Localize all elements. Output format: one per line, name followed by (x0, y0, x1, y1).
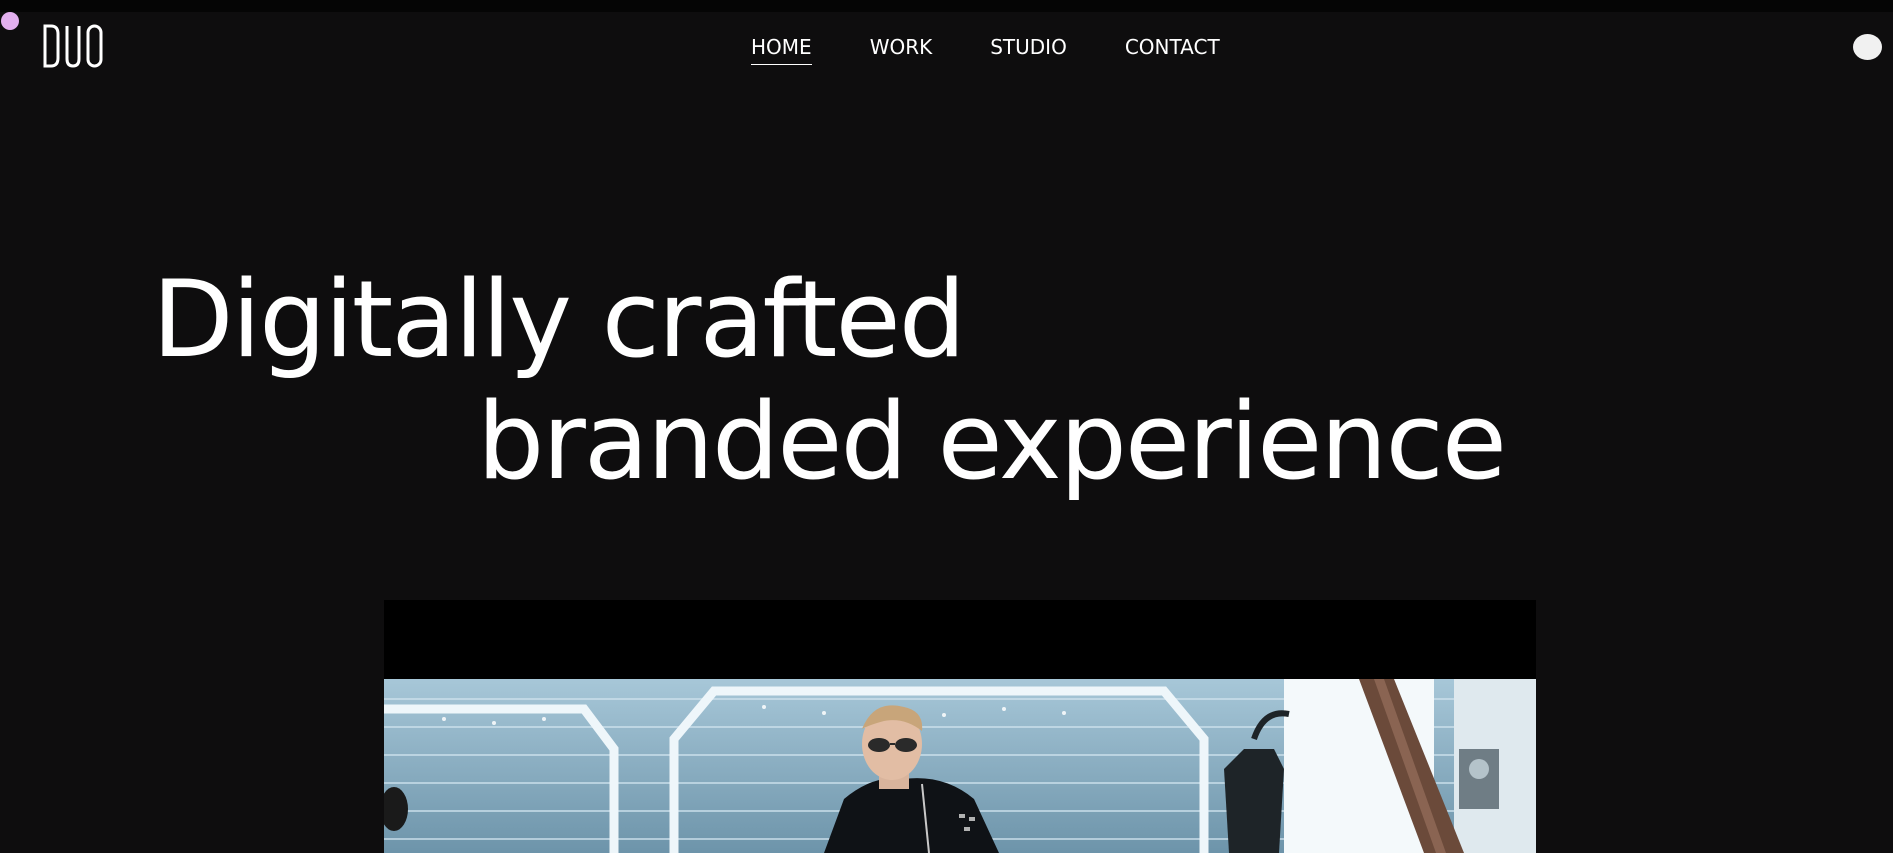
nav-work-link[interactable]: WORK (870, 33, 933, 65)
hero-video[interactable] (384, 600, 1536, 853)
main-nav: HOME WORK STUDIO CONTACT (751, 33, 1220, 65)
nav-studio-link[interactable]: STUDIO (990, 33, 1067, 65)
top-strip (0, 0, 1893, 12)
hero-headline-line-1: Digitally crafted (152, 258, 966, 382)
duo-logo-icon (43, 24, 103, 68)
cursor-dot-icon (1, 12, 19, 30)
circle-toggle-icon[interactable] (1853, 34, 1882, 60)
nav-home-link[interactable]: HOME (751, 33, 812, 65)
logo[interactable] (43, 24, 105, 68)
hero-headline-line-2: branded experience (477, 380, 1507, 504)
video-still-image (384, 679, 1536, 853)
nav-contact-link[interactable]: CONTACT (1125, 33, 1220, 65)
page: HOME WORK STUDIO CONTACT Digitally craft… (0, 0, 1893, 853)
